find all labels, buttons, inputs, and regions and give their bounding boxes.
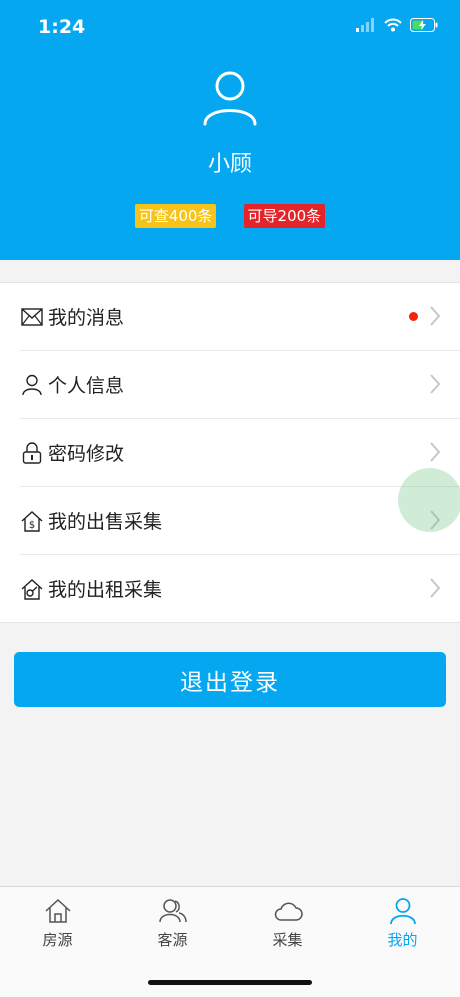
export-quota-badge: 可导200条	[243, 204, 326, 228]
status-time: 1:24	[38, 16, 86, 38]
settings-menu: 我的消息 个人信息 密码修改 $ 我的出售采集 我的出租采集	[0, 282, 460, 623]
user-name: 小顾	[207, 152, 252, 177]
home-indicator	[148, 980, 312, 985]
status-bar: 1:24	[0, 0, 460, 56]
menu-item-label: 密码修改	[48, 443, 125, 465]
quota-row: 可查400条 可导200条	[0, 204, 460, 228]
envelope-icon	[20, 305, 44, 329]
tab-label: 房源	[42, 931, 73, 949]
user-avatar-icon[interactable]	[200, 68, 260, 128]
menu-item-change-password[interactable]: 密码修改	[20, 419, 460, 487]
menu-item-personal-info[interactable]: 个人信息	[20, 351, 460, 419]
touch-indicator	[398, 468, 460, 532]
query-quota-badge: 可查400条	[134, 204, 217, 228]
tab-label: 客源	[157, 931, 188, 949]
menu-item-messages[interactable]: 我的消息	[20, 283, 460, 351]
chevron-right-icon	[430, 306, 441, 326]
menu-item-rent-collection[interactable]: 我的出租采集	[20, 555, 460, 622]
status-icons	[356, 18, 438, 32]
profile-header: 1:24 小顾 可查400条 可导200条	[0, 0, 460, 260]
menu-item-label: 我的出租采集	[48, 579, 163, 601]
chevron-right-icon	[430, 442, 441, 462]
logout-button[interactable]: 退出登录	[14, 652, 446, 707]
tab-label: 我的	[387, 931, 418, 949]
tab-collection[interactable]: 采集	[230, 897, 345, 950]
menu-item-label: 我的消息	[48, 307, 125, 329]
chevron-right-icon	[430, 578, 441, 598]
menu-item-sale-collection[interactable]: $ 我的出售采集	[20, 487, 460, 555]
user-icon	[345, 897, 460, 925]
menu-item-label: 我的出售采集	[48, 511, 163, 533]
users-icon	[115, 897, 230, 925]
battery-charging-icon	[410, 18, 438, 32]
tab-label: 采集	[272, 931, 303, 949]
menu-item-label: 个人信息	[48, 375, 125, 397]
home-icon	[0, 897, 115, 925]
chevron-right-icon	[430, 374, 441, 394]
tab-clients[interactable]: 客源	[115, 897, 230, 950]
house-key-icon	[20, 577, 44, 601]
svg-text:$: $	[29, 520, 35, 531]
tab-house-listings[interactable]: 房源	[0, 897, 115, 950]
cloud-icon	[230, 897, 345, 925]
wifi-icon	[384, 18, 402, 32]
cellular-signal-icon	[356, 18, 374, 32]
tab-mine[interactable]: 我的	[345, 897, 460, 950]
unread-dot	[409, 312, 418, 321]
person-icon	[20, 373, 44, 397]
house-dollar-icon: $	[20, 509, 44, 533]
lock-icon	[20, 441, 44, 465]
